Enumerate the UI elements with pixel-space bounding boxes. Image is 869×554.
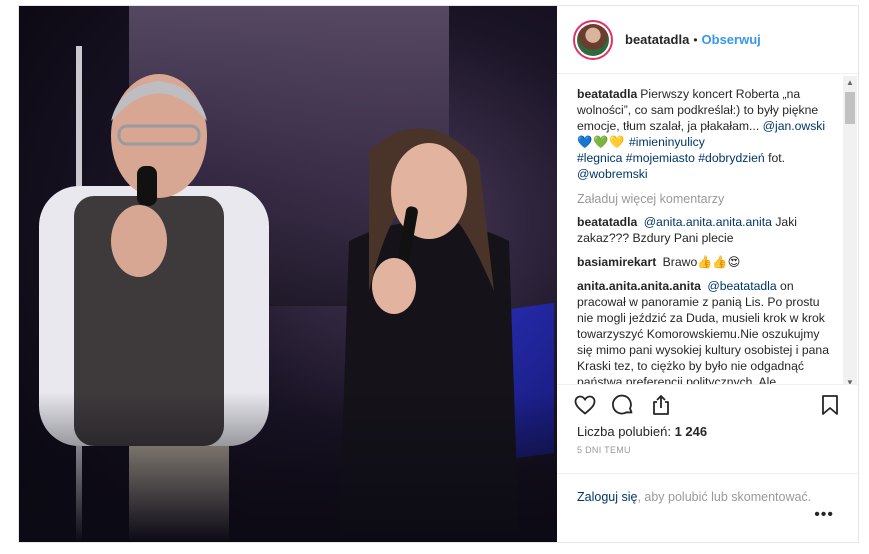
fot-label: fot. xyxy=(768,151,785,166)
photo-credit[interactable]: @wobremski xyxy=(577,167,648,181)
hashtags[interactable]: #legnica #mojemiasto #dobrydzień xyxy=(577,151,765,165)
comment-icon xyxy=(612,394,633,415)
post-timestamp[interactable]: 5 DNI TEMU xyxy=(557,439,858,455)
comment-username[interactable]: basiamirekart xyxy=(577,255,656,269)
yellow-heart-icon: 💛 xyxy=(609,135,626,150)
likes-count: Liczba polubień: 1 246 xyxy=(557,424,858,439)
bookmark-icon xyxy=(822,394,838,415)
follow-button[interactable]: Obserwuj xyxy=(702,32,761,47)
likes-label: Liczba polubień: xyxy=(577,424,671,440)
login-prompt: Zaloguj się, aby polubić lub skomentować… xyxy=(557,473,858,542)
comment-username[interactable]: beatatadla xyxy=(577,215,637,229)
separator-dot: • xyxy=(693,32,698,47)
caption: beatatadla Pierwszy koncert Roberta „na w… xyxy=(577,86,838,182)
comment-button[interactable] xyxy=(611,393,635,417)
heart-icon xyxy=(574,395,596,415)
action-bar xyxy=(557,385,858,424)
comment-item: anita.anita.anita.anita @beatatadla on p… xyxy=(577,278,838,386)
comment-item: beatatadla @anita.anita.anita.anita Jaki… xyxy=(577,214,838,246)
stage-shadow xyxy=(19,392,557,542)
save-button[interactable] xyxy=(818,393,842,417)
caption-username[interactable]: beatatadla xyxy=(577,87,637,101)
comments-section: beatatadla Pierwszy koncert Roberta „na w… xyxy=(557,74,858,386)
author-username[interactable]: beatatadla xyxy=(625,32,689,47)
load-more-comments[interactable]: Załaduj więcej komentarzy xyxy=(577,192,838,206)
avatar[interactable] xyxy=(573,19,613,60)
heart-emojis: 💙💚💛 xyxy=(577,135,626,149)
avatar-image xyxy=(577,23,609,56)
like-button[interactable] xyxy=(573,393,597,417)
comment-text: on pracował w panoramie z panią Lis. Po … xyxy=(577,279,829,386)
hashtag-imieninyulicy[interactable]: #imieninyulicy xyxy=(629,135,705,149)
comment-item: basiamirekart Brawo👍👍😍 xyxy=(577,254,838,270)
post-photo[interactable] xyxy=(19,6,557,542)
instagram-post: beatatadla • Obserwuj beatatadla Pierwszy… xyxy=(18,5,859,543)
more-options-icon[interactable]: ••• xyxy=(814,506,834,524)
comments-scrollbar[interactable]: ▲ ▼ xyxy=(843,76,857,385)
share-icon xyxy=(653,394,669,415)
scroll-thumb[interactable] xyxy=(845,92,855,125)
scroll-down-icon[interactable]: ▼ xyxy=(843,376,857,384)
comment-text: Brawo👍👍😍 xyxy=(662,255,741,270)
scroll-up-icon[interactable]: ▲ xyxy=(843,76,857,90)
caption-mention[interactable]: @jan.owski xyxy=(763,119,826,133)
likes-number[interactable]: 1 246 xyxy=(675,424,708,439)
green-heart-icon: 💚 xyxy=(593,135,610,150)
login-prompt-text: , aby polubić lub skomentować. xyxy=(637,490,812,505)
login-link[interactable]: Zaloguj się xyxy=(577,490,637,504)
post-sidebar: beatatadla • Obserwuj beatatadla Pierwszy… xyxy=(557,6,858,542)
comment-username[interactable]: anita.anita.anita.anita xyxy=(577,279,701,293)
blue-heart-icon: 💙 xyxy=(577,135,594,150)
post-header: beatatadla • Obserwuj xyxy=(557,6,858,75)
comment-mention[interactable]: @beatatadla xyxy=(707,279,776,293)
comment-mention[interactable]: @anita.anita.anita.anita xyxy=(644,215,772,229)
share-button[interactable] xyxy=(649,393,673,417)
